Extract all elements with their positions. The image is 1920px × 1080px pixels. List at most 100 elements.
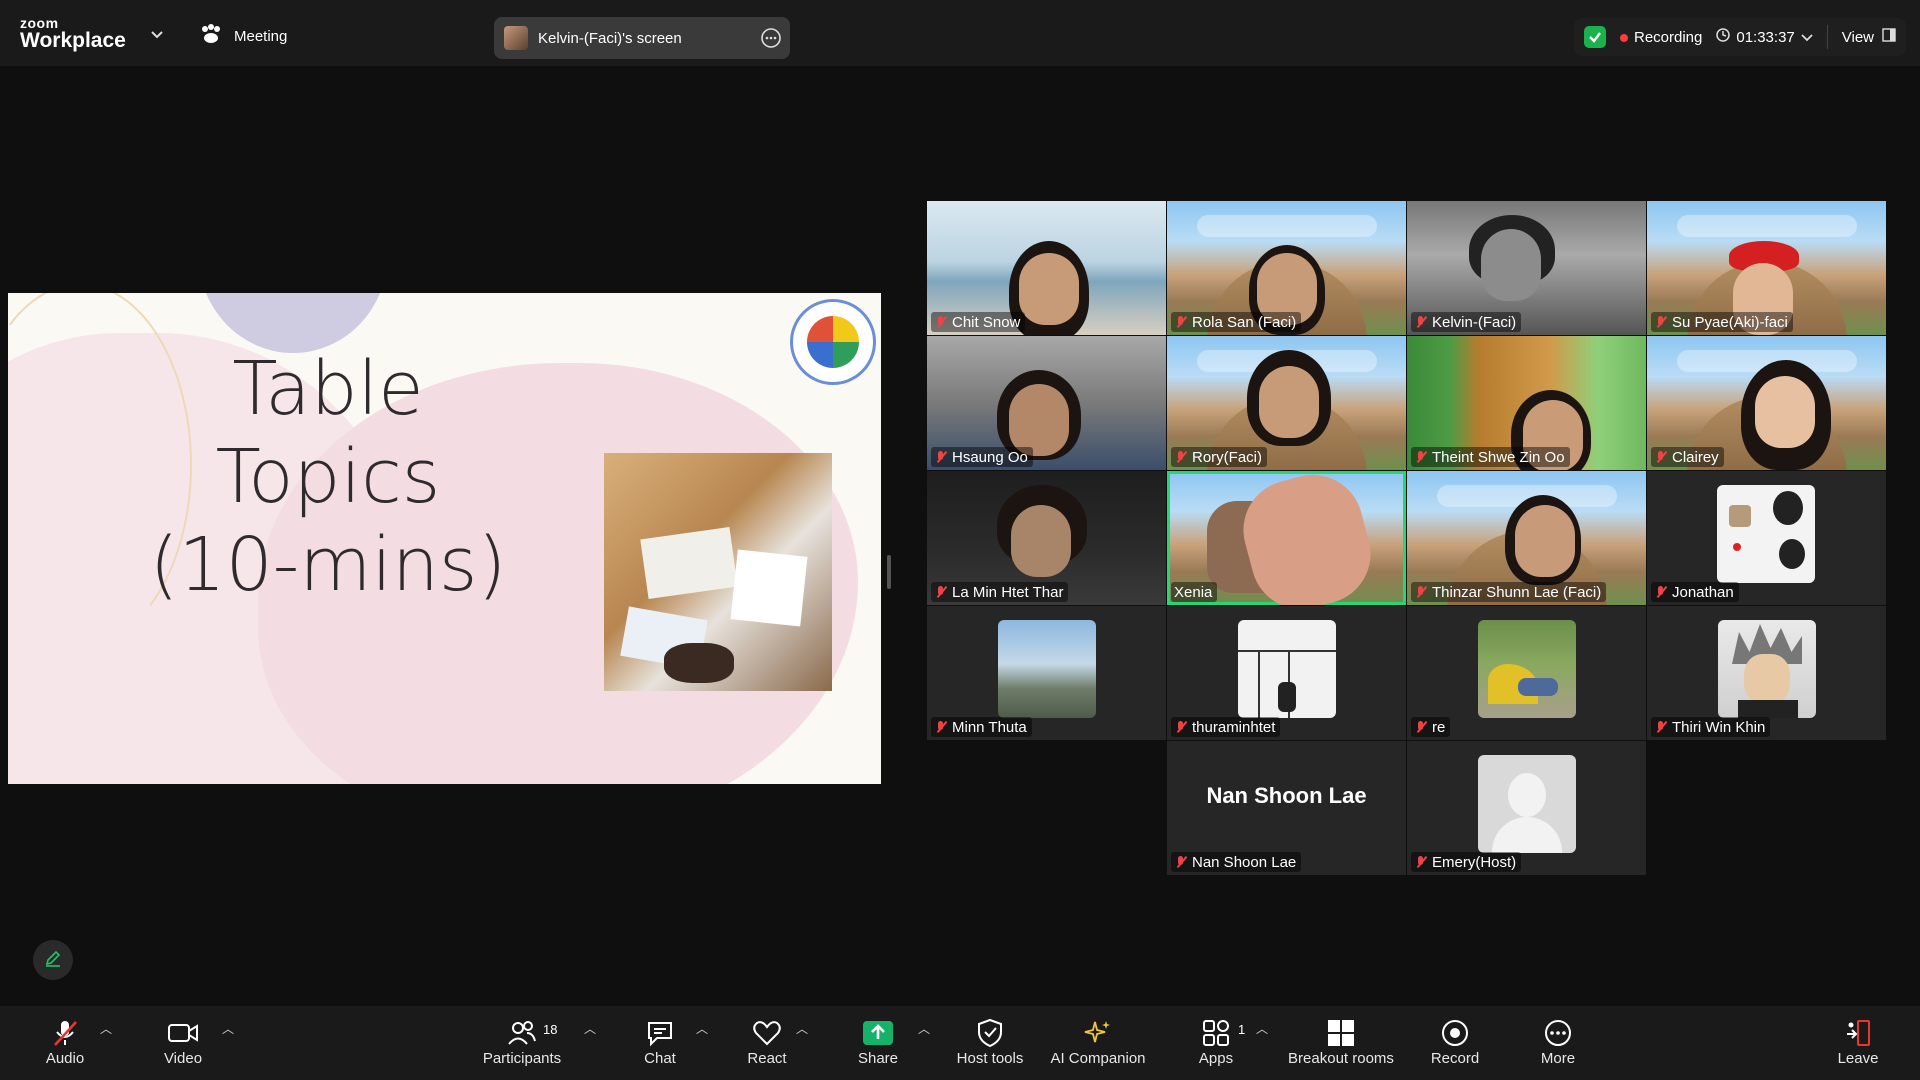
chevron-down-icon[interactable] [150, 27, 164, 45]
participant-name: Kelvin-(Faci) [1411, 312, 1522, 332]
react-options-caret-icon[interactable]: ︿ [796, 1020, 808, 1036]
more-dots-icon [1543, 1016, 1573, 1050]
divider [1826, 25, 1828, 49]
participant-tile[interactable]: Jonathan [1647, 471, 1886, 605]
more-options-icon[interactable] [760, 27, 782, 53]
participant-tile[interactable]: Thiri Win Khin [1647, 606, 1886, 740]
chat-button[interactable]: Chat [640, 1016, 680, 1076]
share-screen-icon [862, 1016, 894, 1050]
participant-tile[interactable]: Minn Thuta [927, 606, 1166, 740]
participant-tile[interactable]: Nan Shoon Lae Nan Shoon Lae [1167, 741, 1406, 875]
participants-options-caret-icon[interactable]: ︿ [584, 1020, 596, 1036]
club-logo [790, 299, 876, 385]
host-tools-button[interactable]: Host tools [952, 1016, 1028, 1076]
recording-indicator[interactable]: Recording [1619, 28, 1703, 46]
participant-name: Minn Thuta [931, 717, 1032, 737]
participants-label: Participants [482, 1050, 562, 1067]
participant-name: Thinzar Shunn Lae (Faci) [1411, 582, 1607, 602]
meeting-info-button[interactable]: Meeting [200, 24, 287, 48]
slide-title-line1: Table Topics [215, 346, 441, 520]
mic-muted-icon [1654, 585, 1668, 599]
split-resize-handle[interactable] [887, 555, 891, 589]
participant-tile[interactable]: thuraminhtet [1167, 606, 1406, 740]
view-button[interactable]: View [1842, 28, 1896, 46]
recording-label: Recording [1633, 28, 1703, 46]
participant-name: Hsaung Oo [931, 447, 1033, 467]
participant-avatar [1717, 485, 1815, 583]
participant-tile[interactable]: Kelvin-(Faci) [1407, 201, 1646, 335]
apps-grid-icon [1201, 1016, 1231, 1050]
security-shield-icon[interactable] [1583, 26, 1606, 48]
view-label: View [1841, 28, 1874, 46]
mic-muted-icon [1414, 315, 1428, 329]
chat-options-caret-icon[interactable]: ︿ [696, 1020, 708, 1036]
participant-avatar [998, 620, 1096, 718]
participant-name: Chit Snow [931, 312, 1026, 332]
participant-name: Su Pyae(Aki)-faci [1651, 312, 1793, 332]
video-options-caret-icon[interactable]: ︿ [222, 1020, 234, 1036]
participant-name: Nan Shoon Lae [1171, 852, 1302, 872]
sparkle-icon [1083, 1016, 1113, 1050]
breakout-rooms-label: Breakout rooms [1288, 1050, 1394, 1067]
mic-muted-icon [1174, 315, 1188, 329]
participant-name: Jonathan [1651, 582, 1739, 602]
screen-share-indicator[interactable]: Kelvin-(Faci)'s screen [494, 17, 790, 59]
participants-icon [507, 1016, 537, 1050]
mic-muted-icon [934, 720, 948, 734]
participant-tile[interactable]: La Min Htet Thar [927, 471, 1166, 605]
more-button[interactable]: More [1536, 1016, 1580, 1076]
heart-icon [752, 1016, 782, 1050]
participant-tile-active-speaker[interactable]: Xenia [1167, 471, 1406, 605]
participant-name: Xenia [1171, 582, 1218, 602]
annotate-button[interactable] [33, 940, 73, 980]
video-button[interactable]: Video [156, 1016, 210, 1076]
participant-tile[interactable]: Rory(Faci) [1167, 336, 1406, 470]
participant-tile[interactable]: Su Pyae(Aki)-faci [1647, 201, 1886, 335]
react-label: React [747, 1050, 787, 1067]
participant-tile[interactable]: Chit Snow [927, 201, 1166, 335]
audio-label: Audio [45, 1050, 85, 1067]
host-tools-label: Host tools [956, 1050, 1024, 1067]
participants-count: 18 [543, 1022, 558, 1037]
leave-button[interactable]: Leave [1834, 1016, 1882, 1076]
record-button[interactable]: Record [1428, 1016, 1482, 1076]
participant-tile[interactable]: Rola San (Faci) [1167, 201, 1406, 335]
share-options-caret-icon[interactable]: ︿ [918, 1020, 930, 1036]
mic-muted-icon [1654, 720, 1668, 734]
breakout-rooms-button[interactable]: Breakout rooms [1286, 1016, 1396, 1076]
apps-label: Apps [1198, 1050, 1234, 1067]
default-avatar-icon [1478, 755, 1576, 853]
ai-companion-button[interactable]: AI Companion [1046, 1016, 1150, 1076]
apps-button[interactable]: Apps [1196, 1016, 1236, 1076]
audio-options-caret-icon[interactable]: ︿ [100, 1020, 112, 1036]
chevron-down-icon [1801, 29, 1813, 46]
audio-button[interactable]: Audio [38, 1016, 92, 1076]
participant-name: Rory(Faci) [1171, 447, 1267, 467]
sharer-avatar [504, 26, 528, 50]
mic-muted-icon [1414, 585, 1428, 599]
mic-muted-icon [934, 450, 948, 464]
mic-muted-icon [1654, 315, 1668, 329]
participant-tile[interactable]: Theint Shwe Zin Oo [1407, 336, 1646, 470]
share-button[interactable]: Share [856, 1016, 900, 1076]
share-label: Share [857, 1050, 899, 1067]
react-button[interactable]: React [744, 1016, 790, 1076]
brand-small: zoom [20, 15, 59, 31]
brand-big: Workplace [20, 29, 126, 52]
participant-name: La Min Htet Thar [931, 582, 1069, 602]
participant-tile[interactable]: re [1407, 606, 1646, 740]
mic-muted-icon [1414, 855, 1428, 869]
meeting-timer[interactable]: 01:33:37 [1716, 28, 1813, 46]
apps-options-caret-icon[interactable]: ︿ [1256, 1020, 1268, 1036]
video-camera-icon [167, 1016, 199, 1050]
participant-tile[interactable]: Emery(Host) [1407, 741, 1646, 875]
participant-tile[interactable]: Thinzar Shunn Lae (Faci) [1407, 471, 1646, 605]
participant-avatar [1238, 620, 1336, 718]
microphone-muted-icon [50, 1016, 80, 1050]
slide-title: Table Topics (10-mins) [148, 345, 508, 609]
participant-tile[interactable]: Hsaung Oo [927, 336, 1166, 470]
mic-muted-icon [1174, 720, 1188, 734]
apps-count: 1 [1238, 1022, 1246, 1037]
pencil-icon [43, 948, 63, 973]
participant-tile[interactable]: Clairey [1647, 336, 1886, 470]
